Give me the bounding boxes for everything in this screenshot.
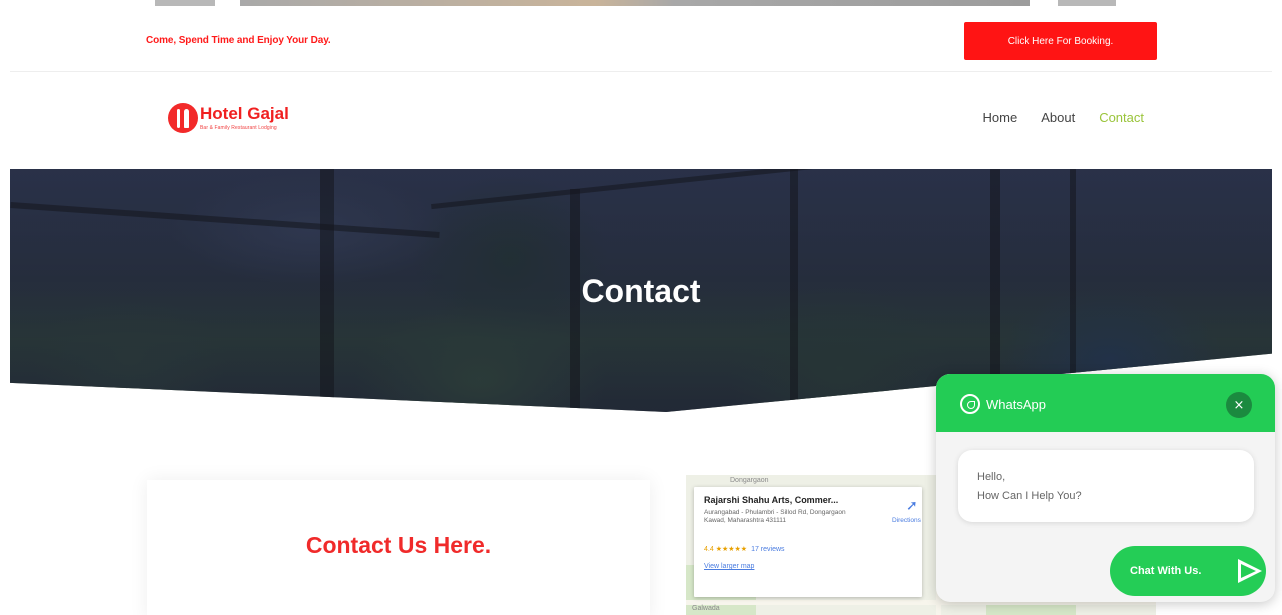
main-nav: Home About Contact: [983, 110, 1144, 125]
whatsapp-message-bubble: Hello, How Can I Help You?: [958, 450, 1254, 522]
contact-heading: Contact Us Here.: [305, 532, 492, 558]
whatsapp-header: WhatsApp ×: [936, 374, 1275, 432]
map-reviews-link[interactable]: 17 reviews: [751, 546, 784, 553]
logo[interactable]: Hotel Gajal Bar & Family Restaurant Lodg…: [168, 103, 289, 133]
page: Come, Spend Time and Enjoy Your Day. Cli…: [0, 0, 1282, 615]
logo-name: Hotel Gajal: [200, 103, 289, 123]
directions-label[interactable]: Directions: [892, 517, 921, 524]
map-address: Aurangabad - Phulambri - Sillod Rd, Dong…: [704, 509, 846, 524]
map-label: Galwada: [692, 605, 720, 612]
whatsapp-title: WhatsApp: [986, 397, 1046, 412]
map-rating: 4.4 ★★★★★ 17 reviews: [704, 546, 785, 553]
top-bar: Come, Spend Time and Enjoy Your Day. Cli…: [10, 6, 1272, 72]
tagline: Come, Spend Time and Enjoy Your Day.: [146, 35, 331, 46]
larger-map-link[interactable]: View larger map: [704, 563, 754, 570]
whatsapp-icon: [960, 394, 980, 414]
message-line: Hello,: [977, 471, 1006, 483]
nav-contact[interactable]: Contact: [1099, 110, 1144, 125]
message-line: How Can I Help You?: [977, 490, 1082, 502]
close-icon[interactable]: ×: [1226, 392, 1252, 418]
logo-subtitle: Bar & Family Restaurant Lodging: [200, 124, 277, 131]
page-title: Contact: [581, 273, 701, 309]
whatsapp-widget: WhatsApp × Hello, How Can I Help You? Ch…: [936, 374, 1275, 602]
map-place-card: Rajarshi Shahu Arts, Commer... Aurangaba…: [694, 487, 922, 597]
nav-home[interactable]: Home: [983, 110, 1018, 125]
directions-icon[interactable]: ➚: [906, 497, 918, 514]
chat-with-us-button[interactable]: Chat With Us.: [1110, 546, 1266, 596]
contact-card: Contact Us Here.: [147, 480, 650, 615]
map-place-name: Rajarshi Shahu Arts, Commer...: [704, 495, 839, 505]
map-label: Dongargaon: [730, 477, 769, 484]
fork-knife-icon: [168, 103, 198, 133]
nav-about[interactable]: About: [1041, 110, 1075, 125]
site-header: Hotel Gajal Bar & Family Restaurant Lodg…: [10, 72, 1272, 169]
booking-button[interactable]: Click Here For Booking.: [964, 22, 1157, 60]
chat-button-label: Chat With Us.: [1130, 565, 1202, 577]
